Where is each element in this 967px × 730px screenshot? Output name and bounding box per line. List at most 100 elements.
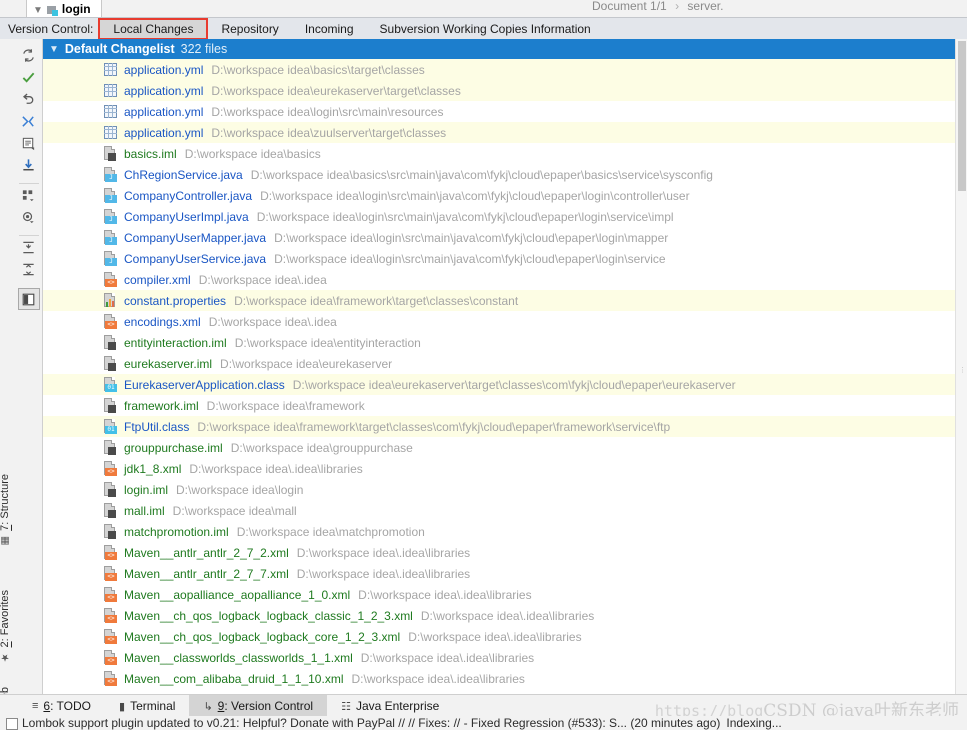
table-row[interactable]: <> Maven__ch_qos_logback_logback_classic_… xyxy=(43,605,967,626)
table-row[interactable]: application.yml D:\workspace idea\login\s… xyxy=(43,101,967,122)
file-name: constant.properties xyxy=(124,293,227,308)
structure-shortcut: 7 xyxy=(0,524,11,531)
terminal-icon: ▮ xyxy=(119,700,126,713)
changelist-header[interactable]: ▼ Default Changelist 322 files xyxy=(43,39,967,59)
toggle-panel-icon[interactable] xyxy=(17,288,40,310)
class-file-icon: 01 xyxy=(103,377,118,392)
file-name: application.yml xyxy=(124,62,204,77)
table-row[interactable]: J CompanyController.java D:\workspace idea… xyxy=(43,185,967,206)
file-name: mall.iml xyxy=(124,503,165,518)
file-path: D:\workspace idea\.idea xyxy=(198,272,327,287)
tab-subversion-working-copies[interactable]: Subversion Working Copies Information xyxy=(367,19,604,39)
tab-incoming-label: Incoming xyxy=(304,22,354,36)
yml-file-icon xyxy=(103,125,118,140)
file-path: D:\workspace idea\grouppurchase xyxy=(230,440,413,455)
tab-repository[interactable]: Repository xyxy=(208,19,291,39)
table-row[interactable]: <> Maven__antlr_antlr_2_7_7.xml D:\workspa… xyxy=(43,563,967,584)
table-row[interactable]: <> Maven__ch_qos_logback_logback_core_1_2… xyxy=(43,626,967,647)
table-row[interactable]: J ChRegionService.java D:\workspace idea\b… xyxy=(43,164,967,185)
table-row[interactable]: constant.properties D:\workspace idea\fra… xyxy=(43,290,967,311)
file-name: CompanyUserService.java xyxy=(124,251,267,266)
table-row[interactable]: application.yml D:\workspace idea\zuulser… xyxy=(43,122,967,143)
table-row[interactable]: framework.iml D:\workspace idea\framework xyxy=(43,395,967,416)
table-row[interactable]: grouppurchase.iml D:\workspace idea\group… xyxy=(43,437,967,458)
table-row[interactable]: <> compiler.xml D:\workspace idea\.idea xyxy=(43,269,967,290)
tool-window-version-control[interactable]: ↳ 9: Version Control xyxy=(189,695,328,717)
file-name: basics.iml xyxy=(124,146,177,161)
file-name: ChRegionService.java xyxy=(124,167,243,182)
file-path: D:\workspace idea\mall xyxy=(172,503,297,518)
iml-file-icon xyxy=(103,146,118,161)
vertical-scrollbar[interactable]: ⋮ xyxy=(955,39,967,694)
file-path: D:\workspace idea\eurekaserver xyxy=(220,356,393,371)
intellij-idea-window: ▼ login Document 1/1 › server. Version C… xyxy=(0,0,967,730)
table-row[interactable]: <> Maven__com_alibaba_druid_1_1_10.xml D:\… xyxy=(43,668,967,689)
table-row[interactable]: 01 EurekaserverApplication.class D:\worksp… xyxy=(43,374,967,395)
group-by-icon[interactable] xyxy=(18,183,39,206)
status-checkbox-icon[interactable] xyxy=(6,718,18,730)
file-name: jdk1_8.xml xyxy=(124,461,182,476)
sidebar-item-structure[interactable]: ▦ 7: Structure xyxy=(0,474,11,546)
revert-arrow-icon[interactable] xyxy=(17,88,41,110)
table-row[interactable]: <> Maven__classworlds_classworlds_1_1.xml… xyxy=(43,647,967,668)
changelist-notes-icon[interactable] xyxy=(17,132,41,154)
tab-incoming[interactable]: Incoming xyxy=(292,19,367,39)
java-enterprise-label: Java Enterprise xyxy=(355,699,440,713)
iml-file-icon xyxy=(103,482,118,497)
file-name: application.yml xyxy=(124,104,204,119)
table-row[interactable]: matchpromotion.iml D:\workspace idea\matc… xyxy=(43,521,967,542)
table-row[interactable]: eurekaserver.iml D:\workspace idea\eureka… xyxy=(43,353,967,374)
eye-preview-icon[interactable] xyxy=(17,206,41,228)
collapse-arrows-icon[interactable] xyxy=(17,110,41,132)
table-row[interactable]: J CompanyUserMapper.java D:\workspace idea… xyxy=(43,227,967,248)
chevron-down-icon[interactable]: ▼ xyxy=(49,44,59,55)
table-row[interactable]: 01 FtpUtil.class D:\workspace idea\framewo… xyxy=(43,416,967,437)
commit-checkmark-icon[interactable] xyxy=(17,66,41,88)
java-file-icon: J xyxy=(103,188,118,203)
xml-file-icon: <> xyxy=(103,272,118,287)
table-row[interactable]: <> encodings.xml D:\workspace idea\.idea xyxy=(43,311,967,332)
table-row[interactable]: entityinteraction.iml D:\workspace idea\e… xyxy=(43,332,967,353)
indexing-status: Indexing... xyxy=(726,716,782,730)
table-row[interactable]: basics.iml D:\workspace idea\basics xyxy=(43,143,967,164)
expand-all-icon[interactable] xyxy=(18,235,39,258)
file-path: D:\workspace idea\matchpromotion xyxy=(236,524,425,539)
file-path: D:\workspace idea\login\src\main\java\co… xyxy=(274,230,669,245)
table-row[interactable]: application.yml D:\workspace idea\eurekas… xyxy=(43,80,967,101)
xml-file-icon: <> xyxy=(103,461,118,476)
java-file-icon: J xyxy=(103,209,118,224)
table-row[interactable]: J CompanyUserService.java D:\workspace ide… xyxy=(43,248,967,269)
file-path: D:\workspace idea\.idea xyxy=(208,314,337,329)
refresh-icon[interactable] xyxy=(17,44,41,66)
tool-window-java-enterprise[interactable]: ☷ Java Enterprise xyxy=(327,695,453,717)
table-row[interactable]: mall.iml D:\workspace idea\mall xyxy=(43,500,967,521)
file-path: D:\workspace idea\.idea\libraries xyxy=(351,671,525,686)
table-row[interactable]: J CompanyUserImpl.java D:\workspace idea\l… xyxy=(43,206,967,227)
scroll-markers: ⋮ xyxy=(959,367,966,374)
version-control-label: Version Control: xyxy=(8,22,94,36)
changelist-file-count: 322 files xyxy=(180,42,228,56)
file-name: Maven__aopalliance_aopalliance_1_0.xml xyxy=(124,587,351,602)
file-name: Maven__antlr_antlr_2_7_7.xml xyxy=(124,566,289,581)
tab-local-changes[interactable]: Local Changes xyxy=(98,18,209,40)
file-name: CompanyUserMapper.java xyxy=(124,230,267,245)
table-row[interactable]: login.iml D:\workspace idea\login xyxy=(43,479,967,500)
table-row[interactable]: <> Maven__aopalliance_aopalliance_1_0.xml… xyxy=(43,584,967,605)
table-row[interactable]: <> jdk1_8.xml D:\workspace idea\.idea\libr… xyxy=(43,458,967,479)
table-row[interactable]: application.yml D:\workspace idea\basics\… xyxy=(43,59,967,80)
collapse-all-icon[interactable] xyxy=(17,258,41,280)
tool-window-todo[interactable]: ≡ 6: TODO xyxy=(18,695,105,717)
file-path: D:\workspace idea\.idea\libraries xyxy=(358,587,532,602)
version-control-toolbar: Version Control: Local Changes Repositor… xyxy=(0,17,967,40)
java-file-icon: J xyxy=(103,251,118,266)
download-update-icon[interactable] xyxy=(17,154,41,176)
scrollbar-thumb[interactable] xyxy=(958,41,966,191)
sidebar-item-favorites[interactable]: ★ 2: Favorites xyxy=(0,590,11,662)
file-name: encodings.xml xyxy=(124,314,201,329)
table-row[interactable]: <> Maven__antlr_antlr_2_7_2.xml D:\workspa… xyxy=(43,542,967,563)
java-file-icon: J xyxy=(103,230,118,245)
xml-file-icon: <> xyxy=(103,545,118,560)
editor-tab-strip: ▼ login Document 1/1 › server. xyxy=(0,0,967,17)
tool-window-terminal[interactable]: ▮ Terminal xyxy=(105,695,189,717)
editor-tab-login[interactable]: ▼ login xyxy=(26,0,102,17)
